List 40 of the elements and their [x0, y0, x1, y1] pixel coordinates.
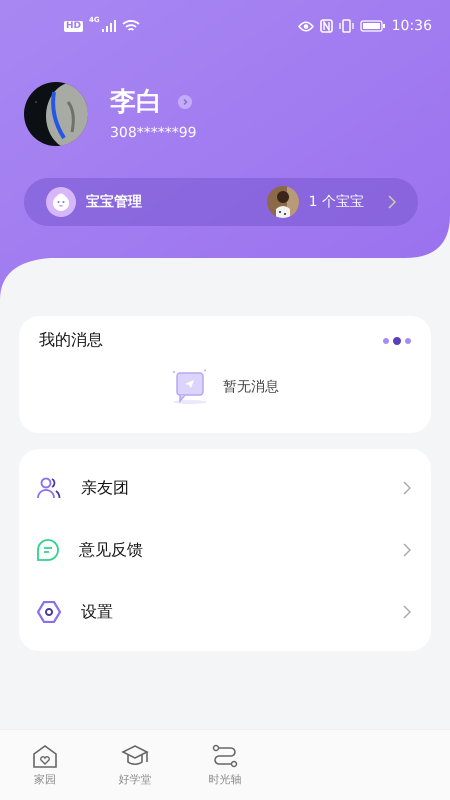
- chevron-right-icon: [403, 481, 411, 495]
- baby-face-icon: [46, 187, 76, 217]
- people-icon: [37, 477, 61, 499]
- clock-time: 10:36: [392, 18, 432, 34]
- chevron-right-icon: [388, 195, 396, 209]
- menu-item[interactable]: 意见反馈: [19, 519, 431, 581]
- menu-item[interactable]: 亲友团: [19, 457, 431, 519]
- account-number: 308******99: [110, 125, 197, 141]
- tab-button[interactable]: 好学堂: [90, 730, 180, 800]
- vibrate-icon: [338, 19, 354, 33]
- chevron-right-icon[interactable]: [178, 95, 192, 109]
- messages-title: 我的消息: [39, 330, 103, 351]
- menu-item-label: 设置: [81, 602, 114, 622]
- page-dot[interactable]: [405, 338, 411, 344]
- timeline-icon: [212, 744, 238, 768]
- chevron-right-icon: [403, 543, 411, 557]
- menu-item-label: 亲友团: [81, 478, 130, 498]
- empty-message-icon: [171, 369, 209, 405]
- baby-management-bar[interactable]: 宝宝管理 1 个宝宝: [24, 178, 418, 226]
- home-icon: [32, 744, 58, 768]
- menu-item-label: 意见反馈: [79, 540, 144, 560]
- baby-management-label: 宝宝管理: [86, 193, 143, 211]
- menu-item[interactable]: 设置: [19, 581, 431, 643]
- empty-message-text: 暂无消息: [223, 378, 279, 396]
- page-dot[interactable]: [383, 338, 389, 344]
- page-dot[interactable]: [393, 336, 401, 344]
- nfc-icon: [320, 19, 333, 33]
- battery-icon: [360, 20, 386, 32]
- eye-icon: [298, 20, 314, 32]
- chat-bubble-icon: [37, 539, 59, 561]
- settings-icon: [37, 601, 61, 623]
- tab-button[interactable]: 家园: [0, 730, 90, 800]
- tab-button[interactable]: 时光轴: [180, 730, 270, 800]
- wifi-icon: [122, 20, 140, 32]
- baby-count: 1 个宝宝: [308, 193, 364, 211]
- hd-badge: HD: [64, 20, 84, 32]
- chevron-right-icon: [403, 605, 411, 619]
- user-name: 李白: [110, 87, 162, 117]
- signal-icon: [102, 20, 116, 32]
- graduation-cap-icon: [121, 744, 149, 768]
